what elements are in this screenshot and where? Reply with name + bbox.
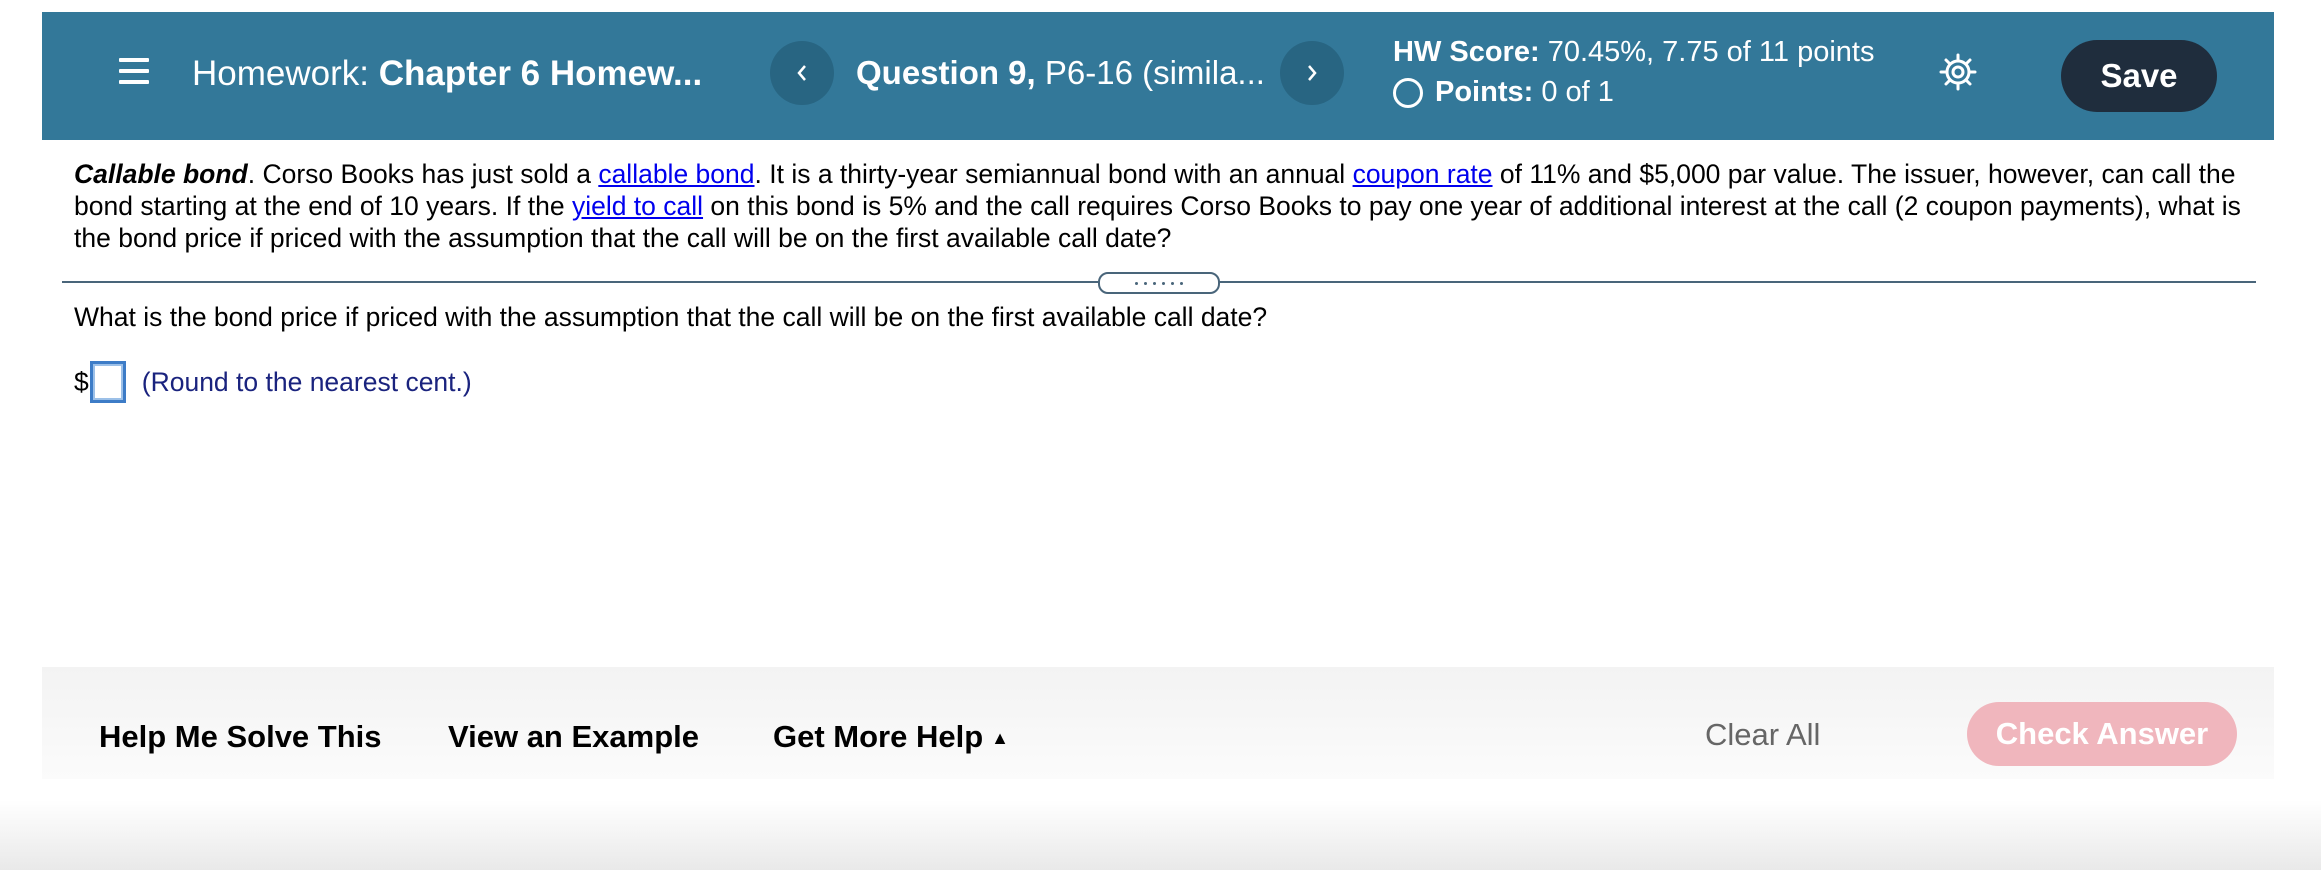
points-label: Points:: [1435, 76, 1534, 108]
clear-all-button[interactable]: Clear All: [1705, 717, 1820, 753]
problem-statement: Callable bond. Corso Books has just sold…: [74, 158, 2244, 254]
answer-row: $ (Round to the nearest cent.): [74, 361, 472, 403]
problem-text-2: . It is a thirty-year semiannual bond wi…: [754, 159, 1353, 189]
gear-icon[interactable]: [1938, 52, 1978, 92]
hw-score: HW Score: 70.45%, 7.75 of 11 points: [1393, 36, 1874, 69]
empty-circle-icon: [1393, 77, 1423, 108]
hw-score-value: 70.45%, 7.75 of 11 points: [1547, 36, 1875, 68]
get-more-help-label: Get More Help: [773, 719, 984, 754]
caret-up-icon: ▲: [991, 728, 1009, 748]
header-bar: Homework: Chapter 6 Homew... Question 9,…: [42, 12, 2274, 140]
homework-name: Chapter 6 Homew...: [378, 54, 703, 93]
save-button[interactable]: Save: [2061, 40, 2217, 112]
bottom-toolbar: Help Me Solve This View an Example Get M…: [42, 667, 2274, 779]
yield-to-call-link[interactable]: yield to call: [572, 191, 703, 221]
homework-label: Homework:: [192, 54, 369, 93]
question-name: P6-16 (simila...: [1044, 54, 1265, 91]
currency-symbol: $: [74, 366, 89, 397]
help-me-solve-button[interactable]: Help Me Solve This: [99, 719, 382, 755]
hamburger-menu-icon[interactable]: [119, 58, 149, 84]
question-label: Question 9,: [856, 54, 1036, 91]
chevron-left-icon: [797, 65, 806, 81]
points-value: 0 of 1: [1541, 76, 1614, 108]
callable-bond-link[interactable]: callable bond: [598, 159, 754, 189]
problem-text-1: . Corso Books has just sold a: [247, 159, 599, 189]
get-more-help-button[interactable]: Get More Help ▲: [773, 719, 1009, 755]
question-points: Points: 0 of 1: [1393, 76, 1614, 109]
coupon-rate-link[interactable]: coupon rate: [1353, 159, 1493, 189]
previous-question-button[interactable]: [770, 41, 834, 105]
check-answer-button[interactable]: Check Answer: [1967, 702, 2237, 766]
question-prompt: What is the bond price if priced with th…: [74, 302, 1268, 332]
next-question-button[interactable]: [1280, 41, 1344, 105]
resize-handle[interactable]: [1098, 272, 1220, 294]
page-bottom-shade: [0, 800, 2321, 870]
chevron-right-icon: [1308, 65, 1317, 81]
answer-input[interactable]: [89, 361, 126, 403]
homework-title: Homework: Chapter 6 Homew...: [192, 54, 702, 94]
view-example-button[interactable]: View an Example: [448, 719, 699, 755]
hw-score-label: HW Score:: [1393, 36, 1540, 68]
question-title: Question 9, P6-16 (simila...: [856, 54, 1265, 92]
problem-lead: Callable bond: [74, 159, 248, 189]
rounding-note: (Round to the nearest cent.): [141, 366, 472, 397]
